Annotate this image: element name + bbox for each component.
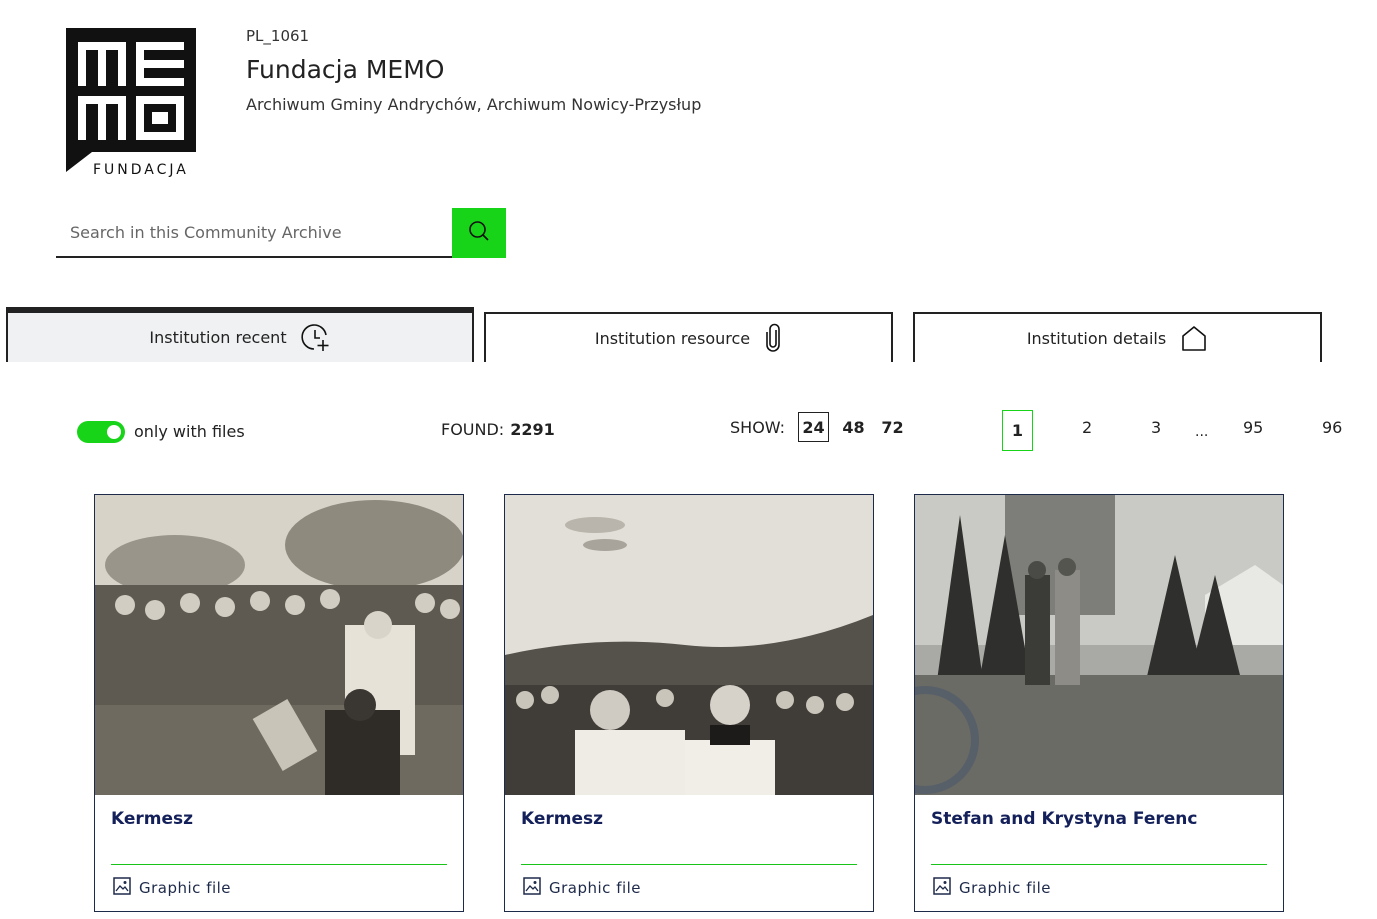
house-icon — [1180, 324, 1208, 352]
image-icon — [933, 877, 951, 899]
page-3[interactable]: 3 — [1151, 418, 1161, 437]
files-only-toggle[interactable] — [77, 421, 125, 443]
tab-label: Institution resource — [594, 328, 751, 348]
card-type: Graphic file — [933, 877, 1051, 899]
institution-subtitle: Archiwum Gminy Andrychów, Archiwum Nowic… — [246, 95, 702, 114]
card-title[interactable]: Stefan and Krystyna Ferenc — [931, 809, 1197, 829]
institution-code: PL_1061 — [246, 27, 310, 45]
paperclip-icon — [764, 323, 782, 353]
page-95[interactable]: 95 — [1243, 418, 1263, 437]
files-only-label: only with files — [134, 422, 245, 441]
tab-institution-recent[interactable]: Institution recent — [6, 307, 474, 362]
page-2[interactable]: 2 — [1082, 418, 1092, 437]
result-card[interactable]: Kermesz Graphic file — [504, 494, 874, 912]
found-value: 2291 — [510, 420, 555, 439]
tab-institution-resource[interactable]: Institution resource — [484, 312, 893, 362]
search-icon — [468, 220, 490, 246]
page-96[interactable]: 96 — [1322, 418, 1342, 437]
memo-logo[interactable]: FUNDACJA — [66, 28, 196, 180]
per-page-24[interactable]: 24 — [798, 412, 829, 442]
image-icon — [113, 877, 131, 899]
show-label: SHOW: — [730, 418, 786, 437]
card-type-label: Graphic file — [139, 879, 232, 897]
card-title[interactable]: Kermesz — [111, 809, 193, 829]
card-type: Graphic file — [113, 877, 231, 899]
found-count: FOUND: 2291 — [441, 420, 555, 439]
card-divider — [931, 864, 1267, 865]
institution-name: Fundacja MEMO — [246, 55, 445, 84]
pagination-ellipsis: ... — [1195, 424, 1209, 440]
card-type-label: Graphic file — [549, 879, 642, 897]
logo-caption: FUNDACJA — [93, 162, 189, 178]
card-type-label: Graphic file — [959, 879, 1052, 897]
card-photo[interactable] — [505, 495, 873, 795]
card-divider — [521, 864, 857, 865]
result-card[interactable]: Kermesz Graphic file — [94, 494, 464, 912]
found-label: FOUND: — [441, 420, 505, 439]
search-input[interactable] — [56, 208, 452, 256]
per-page-72[interactable]: 72 — [877, 412, 908, 442]
tab-label: Institution recent — [149, 328, 287, 347]
tab-institution-details[interactable]: Institution details — [913, 312, 1322, 362]
result-card[interactable]: Stefan and Krystyna Ferenc Graphic file — [914, 494, 1284, 912]
search-bar — [56, 208, 506, 258]
card-divider — [111, 864, 447, 865]
page-1[interactable]: 1 — [1002, 410, 1033, 451]
card-type: Graphic file — [523, 877, 641, 899]
image-icon — [523, 877, 541, 899]
card-photo[interactable] — [95, 495, 463, 795]
search-button[interactable] — [452, 208, 506, 258]
per-page-48[interactable]: 48 — [838, 412, 869, 442]
clock-plus-icon — [301, 323, 331, 353]
tab-label: Institution details — [1026, 328, 1167, 348]
card-title[interactable]: Kermesz — [521, 809, 603, 829]
card-photo[interactable] — [915, 495, 1283, 795]
